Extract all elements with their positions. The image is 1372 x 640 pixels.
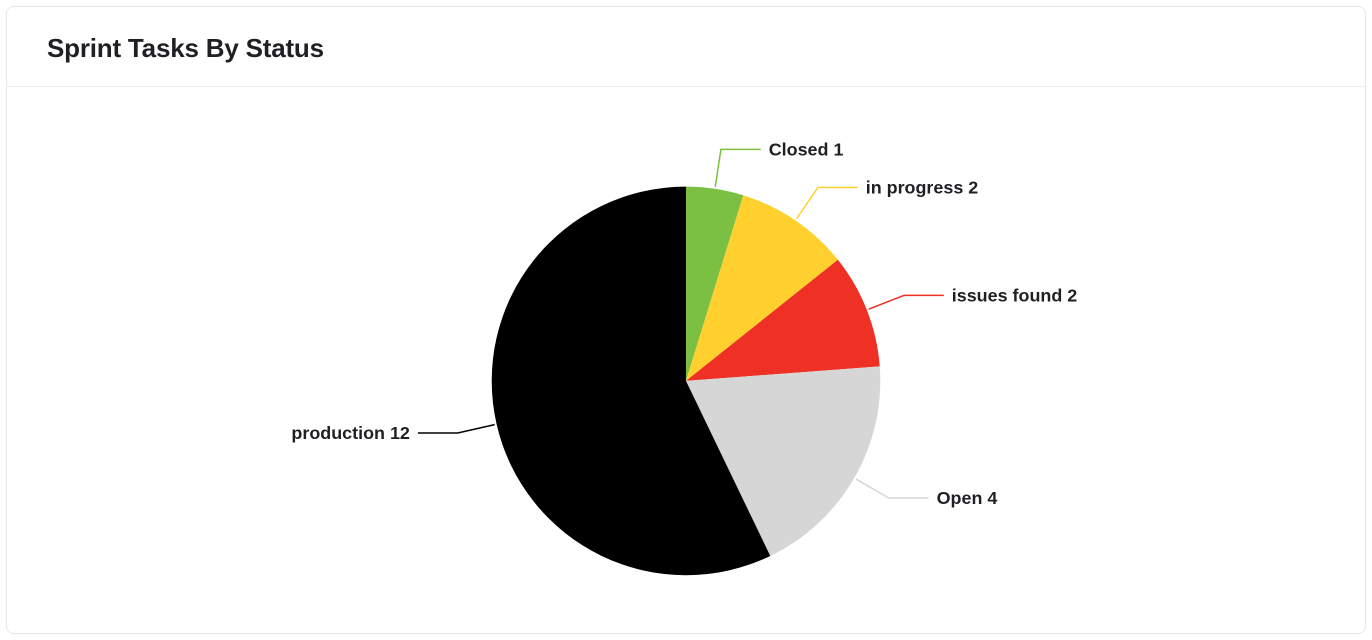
slice-label: issues found 2 bbox=[952, 285, 1078, 305]
slice-label: production 12 bbox=[291, 423, 410, 443]
slice-label: Open 4 bbox=[937, 488, 998, 508]
chart-card: Sprint Tasks By Status Closed 1 in progre… bbox=[6, 6, 1366, 634]
card-header: Sprint Tasks By Status bbox=[7, 7, 1365, 87]
leader-line bbox=[869, 295, 944, 309]
leader-line bbox=[797, 187, 858, 218]
card-title: Sprint Tasks By Status bbox=[47, 33, 1325, 64]
chart-area: Closed 1 in progress 2 issues found 2 Open … bbox=[7, 87, 1365, 631]
leader-line bbox=[418, 425, 495, 433]
leader-line bbox=[856, 479, 929, 498]
slice-label: in progress 2 bbox=[866, 177, 979, 197]
slice-label: Closed 1 bbox=[769, 139, 844, 159]
leader-line bbox=[715, 149, 760, 186]
pie-chart: Closed 1 in progress 2 issues found 2 Open … bbox=[7, 87, 1365, 631]
